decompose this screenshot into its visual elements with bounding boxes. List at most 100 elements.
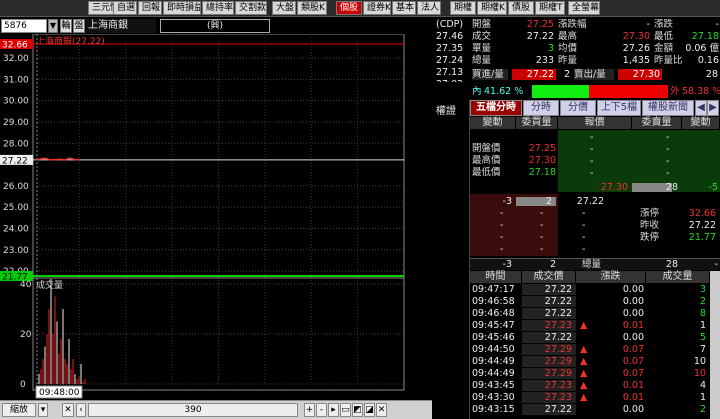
bid-price: 27.22 [512,69,556,80]
ask-qty-empty: - [666,144,670,155]
toolbar-button-8[interactable]: 個股 [336,1,362,15]
tab-2[interactable]: 分價 [560,100,596,116]
toolbar-button-6[interactable]: 大盤 [272,1,296,15]
upper-limit-badge: 32.66 [2,41,28,51]
tab-3[interactable]: 上下5檔 [597,100,641,116]
out-percent: 58.38 % [682,86,720,97]
warrant-strip: 權證 [432,100,470,419]
prev-close-badge: 27.22 [2,156,28,166]
limit-value: 32.66 [688,208,716,219]
book-header: 變動 [682,117,720,129]
warrant-label[interactable]: 權證 [436,102,456,117]
tick-change: 0.00 [622,308,644,319]
book-stat-label: 開盤價 [472,143,501,154]
rotate-button[interactable]: 輪 [60,19,72,33]
quote-label: 昨量 [558,55,578,66]
bid1-qty: 2 [546,196,553,207]
chart-tool-icon-0[interactable]: + [304,403,315,417]
quote-value: 233 [535,55,554,66]
quote-value: 0.06 億 [685,43,719,54]
tick-price: 27.22 [544,296,572,307]
toolbar-button-14[interactable]: 債股 [508,1,534,15]
price-tick-label: 32.00 [3,54,29,64]
tick-scrollbar[interactable] [710,271,720,419]
ask-label: 賣出/量 [574,69,614,80]
ask-qty-empty: - [666,132,670,143]
scroll-left-icon[interactable]: ‹ [76,403,86,417]
toolbar-button-11[interactable]: 法人 [417,1,441,15]
up-arrow-icon: ▲ [580,380,588,391]
tick-volume: 7 [699,344,706,355]
tick-header: 漲跌 [576,271,646,283]
tab-6[interactable]: ▶ [707,100,719,116]
stock-code-input[interactable]: 5876 [1,19,47,33]
intraday-chart[interactable]: 32.00 31.00 30.00 29.00 28.00 26.00 25.00 24.00… [0,34,432,400]
zoom-dropdown-icon[interactable]: ▾ [38,403,48,417]
tick-time: 09:44:50 [472,344,515,355]
chart-tool-icon-6[interactable]: ✕ [376,403,387,417]
toolbar-button-16[interactable]: 全螢幕 [568,1,600,15]
code-dropdown-button[interactable]: ▼ [48,19,58,33]
ask-price-empty: - [590,156,594,167]
toolbar-button-5[interactable]: 交割款 [235,1,267,15]
toolbar-button-12[interactable]: 期權 [450,1,476,15]
ask1-price: 27.30 [600,182,628,193]
quote-label: 開盤 [472,19,492,30]
toolbar-button-4[interactable]: 總持率 [202,1,234,15]
chart-tool-icon-2[interactable]: ▸ [328,403,339,417]
quote-value: 0.16 [697,55,719,66]
up-arrow-icon: ▲ [580,344,588,355]
bid-price-empty: - [582,208,586,219]
tab-5[interactable]: ◀ [695,100,707,116]
quote-value: 27.30 [622,31,650,42]
close-range-icon[interactable]: ✕ [62,403,74,417]
price-tick-label: 24.00 [3,224,29,234]
chart-tool-icon-4[interactable]: ◩ [352,403,363,417]
toolbar-button-3[interactable]: 即時損益 [163,1,201,15]
bid-qty: 2 [563,69,570,80]
tick-volume: 10 [693,356,706,367]
toolbar-button-10[interactable]: 基本 [392,1,416,15]
chart-tool-icon-5[interactable]: ◪ [364,403,375,417]
tick-volume: 8 [699,308,706,319]
tick-change: 0.07 [622,368,644,379]
tab-1[interactable]: 分時 [523,100,559,116]
toolbar-button-1[interactable]: 自選 [113,1,137,15]
cdp-value: 27.35 [436,43,464,54]
tick-change: 0.00 [622,296,644,307]
chart-status-bar: 縮放 ▾ ✕ ‹ 390 + - ▸ ▭ ◩ ◪ ✕ [0,400,432,419]
toolbar-button-7[interactable]: 類股K [297,1,327,15]
chart-svg[interactable]: 32.00 31.00 30.00 29.00 28.00 26.00 25.00 24.00… [0,34,432,400]
tick-price: 27.22 [544,404,572,415]
tick-change: 0.01 [622,320,644,331]
chart-tool-icon-3[interactable]: ▭ [340,403,351,417]
tab-0[interactable]: 五檔分時 [470,100,522,116]
bid-label: 買進/量 [472,69,508,80]
toolbar-button-15[interactable]: 期權T [535,1,565,15]
limit-value: 27.22 [688,220,716,231]
bid-empty: - [500,232,504,243]
quote-value: 3 [547,43,554,54]
toolbar-button-13[interactable]: 期權K [477,1,507,15]
tick-price: 27.23 [544,320,572,331]
book-stat-value: 27.25 [528,143,556,154]
price-tick-label: 28.00 [3,139,29,149]
price-tick-label: 31.00 [3,75,29,85]
quote-label: 單量 [472,43,492,54]
tick-change: 0.00 [622,284,644,295]
range-scrollbar[interactable]: 390 [88,403,298,417]
ask-qty-empty: - [666,168,670,179]
board-button[interactable]: 盤 [73,19,85,33]
ask1-qty: 28 [665,182,678,193]
tab-4[interactable]: 權股新聞 [642,100,694,116]
quote-value: - [646,19,650,30]
tick-time: 09:45:46 [472,332,515,343]
toolbar-button-9[interactable]: 證券K [363,1,391,15]
limit-label: 漲停 [640,208,660,219]
bid-empty: - [500,220,504,231]
ask-qty: 28 [705,69,718,80]
chart-tool-icon-1[interactable]: - [316,403,327,417]
toolbar-button-2[interactable]: 回報 [138,1,162,15]
tick-price: 27.29 [544,368,572,379]
bid-price-empty: - [582,220,586,231]
